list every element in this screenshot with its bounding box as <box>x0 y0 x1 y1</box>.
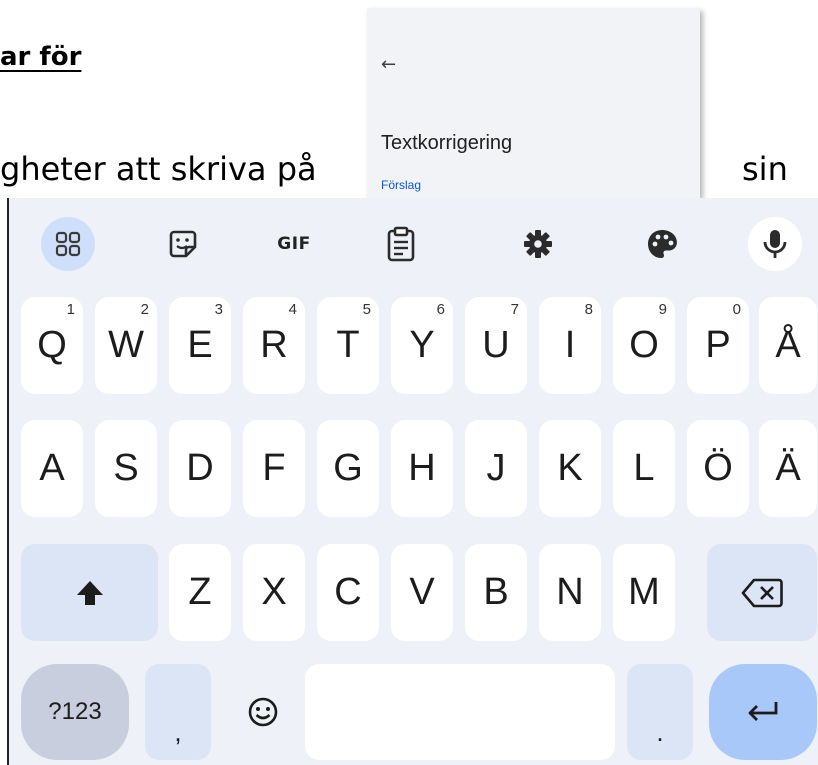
key-a-umlaut[interactable]: Ä <box>759 420 817 517</box>
enter-arrow-icon <box>748 702 778 721</box>
key-hint: 3 <box>214 301 223 318</box>
key-x[interactable]: X <box>243 544 305 641</box>
shift-key[interactable] <box>21 544 158 641</box>
key-v[interactable]: V <box>391 544 453 641</box>
comma-key[interactable]: , <box>145 664 211 760</box>
key-s[interactable]: S <box>95 420 157 517</box>
key-hint: 0 <box>732 301 741 318</box>
keyboard: GIF Q 1 W 2 E 3 R 4 T 5 Y 6 U 7 I 8 O 9 … <box>7 198 818 765</box>
settings-gear-icon[interactable] <box>511 217 565 271</box>
gif-icon[interactable]: GIF <box>261 217 327 271</box>
key-c[interactable]: C <box>317 544 379 641</box>
key-l[interactable]: L <box>613 420 675 517</box>
backspace-icon <box>741 578 783 607</box>
emoji-key[interactable] <box>223 664 303 760</box>
space-bar[interactable] <box>305 664 615 760</box>
key-y[interactable]: Y6 <box>391 297 453 394</box>
key-e[interactable]: E3 <box>169 297 231 394</box>
key-z[interactable]: Z <box>169 544 231 641</box>
back-arrow-icon[interactable]: ← <box>381 54 396 75</box>
key-a[interactable]: A <box>21 420 83 517</box>
key-t[interactable]: T5 <box>317 297 379 394</box>
apps-grid-icon[interactable] <box>41 217 95 271</box>
key-w[interactable]: W2 <box>95 297 157 394</box>
gif-label: GIF <box>277 234 311 254</box>
enter-key[interactable] <box>709 664 817 760</box>
key-k[interactable]: K <box>539 420 601 517</box>
key-b[interactable]: B <box>465 544 527 641</box>
emoji-icon <box>248 697 278 727</box>
key-m[interactable]: M <box>613 544 675 641</box>
period-key[interactable]: . <box>627 664 693 760</box>
key-n[interactable]: N <box>539 544 601 641</box>
settings-title: Textkorrigering <box>381 132 513 154</box>
settings-section-label: Förslag <box>381 178 422 192</box>
key-hint: 2 <box>140 301 149 318</box>
settings-panel: ← Textkorrigering Förslag <box>367 8 700 198</box>
key-g[interactable]: G <box>317 420 379 517</box>
key-j[interactable]: J <box>465 420 527 517</box>
key-hint: 1 <box>66 301 75 318</box>
key-o[interactable]: O9 <box>613 297 675 394</box>
key-hint: 7 <box>510 301 519 318</box>
backspace-key[interactable] <box>707 544 817 641</box>
microphone-icon[interactable] <box>748 217 802 271</box>
key-a-ring[interactable]: Å <box>759 297 817 394</box>
palette-icon[interactable] <box>635 217 689 271</box>
clipboard-icon[interactable] <box>374 217 428 271</box>
key-f[interactable]: F <box>243 420 305 517</box>
key-r[interactable]: R4 <box>243 297 305 394</box>
key-hint: 8 <box>584 301 593 318</box>
key-h[interactable]: H <box>391 420 453 517</box>
key-hint: 9 <box>658 301 667 318</box>
document-text-left: gheter att skriva på <box>0 150 317 188</box>
key-u[interactable]: U7 <box>465 297 527 394</box>
key-hint: 6 <box>436 301 445 318</box>
key-hint: 4 <box>288 301 297 318</box>
sticker-icon[interactable] <box>156 217 210 271</box>
document-text-right: sin <box>742 150 788 188</box>
key-hint: 5 <box>362 301 371 318</box>
symbols-key[interactable]: ?123 <box>21 664 129 760</box>
shift-arrow-icon <box>76 580 103 605</box>
key-o-umlaut[interactable]: Ö <box>687 420 749 517</box>
key-d[interactable]: D <box>169 420 231 517</box>
key-p[interactable]: P0 <box>687 297 749 394</box>
document-heading: ar för <box>0 42 82 72</box>
key-i[interactable]: I8 <box>539 297 601 394</box>
key-q[interactable]: Q1 <box>21 297 83 394</box>
